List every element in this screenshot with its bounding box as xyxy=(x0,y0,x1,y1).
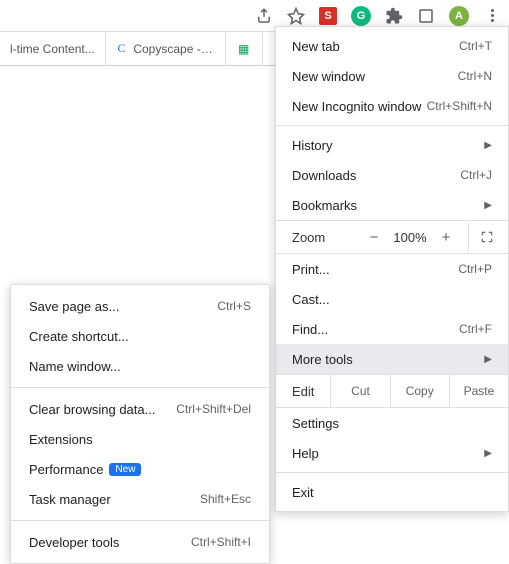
menu-label: Help xyxy=(292,446,319,461)
submenu-save-page[interactable]: Save page as... Ctrl+S xyxy=(11,291,269,321)
shortcut: Ctrl+F xyxy=(459,322,492,336)
shortcut: Ctrl+T xyxy=(459,39,492,53)
menu-cast[interactable]: Cast... xyxy=(276,284,508,314)
submenu-dev-tools[interactable]: Developer tools Ctrl+Shift+I xyxy=(11,527,269,557)
shortcut: Ctrl+Shift+Del xyxy=(176,402,251,416)
menu-new-incognito[interactable]: New Incognito window Ctrl+Shift+N xyxy=(276,91,508,121)
menu-more-tools[interactable]: More tools ▶ xyxy=(276,344,508,374)
shortcut: Ctrl+S xyxy=(217,299,251,313)
tab[interactable]: l-time Content... xyxy=(0,32,106,66)
chevron-right-icon: ▶ xyxy=(484,140,492,151)
submenu-label: Task manager xyxy=(29,492,111,507)
shortcut: Ctrl+N xyxy=(458,69,492,83)
menu-label: History xyxy=(292,138,332,153)
menu-label: Downloads xyxy=(292,168,356,183)
chrome-menu: New tab Ctrl+T New window Ctrl+N New Inc… xyxy=(275,26,509,512)
cut-button[interactable]: Cut xyxy=(330,375,389,407)
edit-row: Edit Cut Copy Paste xyxy=(276,374,508,408)
menu-exit[interactable]: Exit xyxy=(276,477,508,507)
menu-label: Cast... xyxy=(292,292,330,307)
chevron-right-icon: ▶ xyxy=(484,354,492,365)
favicon: ▦ xyxy=(236,41,252,57)
submenu-task-manager[interactable]: Task manager Shift+Esc xyxy=(11,484,269,514)
submenu-label: Clear browsing data... xyxy=(29,402,155,417)
tab-overview-icon[interactable] xyxy=(417,7,435,25)
submenu-performance[interactable]: Performance New xyxy=(11,454,269,484)
tab-title: Copyscape - Premi... xyxy=(133,42,214,56)
zoom-label: Zoom xyxy=(292,230,325,245)
edit-label: Edit xyxy=(276,384,330,399)
menu-bookmarks[interactable]: Bookmarks ▶ xyxy=(276,190,508,220)
extension-g[interactable]: G xyxy=(351,6,371,26)
shortcut: Ctrl+Shift+N xyxy=(427,99,492,113)
submenu-label: Save page as... xyxy=(29,299,119,314)
menu-label: New window xyxy=(292,69,365,84)
zoom-out-button[interactable]: − xyxy=(360,223,388,251)
chevron-right-icon: ▶ xyxy=(484,200,492,211)
menu-label: More tools xyxy=(292,352,353,367)
tab[interactable]: ▦ xyxy=(226,32,263,66)
tab-title: l-time Content... xyxy=(10,42,95,56)
menu-help[interactable]: Help ▶ xyxy=(276,438,508,468)
menu-label: New Incognito window xyxy=(292,99,421,114)
shortcut: Ctrl+P xyxy=(458,262,492,276)
submenu-clear-data[interactable]: Clear browsing data... Ctrl+Shift+Del xyxy=(11,394,269,424)
submenu-label: Name window... xyxy=(29,359,121,374)
submenu-name-window[interactable]: Name window... xyxy=(11,351,269,381)
menu-new-window[interactable]: New window Ctrl+N xyxy=(276,61,508,91)
new-badge: New xyxy=(109,463,141,476)
copy-button[interactable]: Copy xyxy=(390,375,449,407)
paste-button[interactable]: Paste xyxy=(449,375,508,407)
menu-label: Find... xyxy=(292,322,328,337)
submenu-label: Create shortcut... xyxy=(29,329,129,344)
share-icon[interactable] xyxy=(255,7,273,25)
menu-label: New tab xyxy=(292,39,340,54)
chevron-right-icon: ▶ xyxy=(484,448,492,459)
zoom-value: 100% xyxy=(388,230,432,245)
menu-find[interactable]: Find... Ctrl+F xyxy=(276,314,508,344)
shortcut: Ctrl+Shift+I xyxy=(191,535,251,549)
menu-label: Settings xyxy=(292,416,339,431)
shortcut: Ctrl+J xyxy=(460,168,492,182)
zoom-in-button[interactable]: + xyxy=(432,223,460,251)
separator xyxy=(11,387,269,388)
submenu-create-shortcut[interactable]: Create shortcut... xyxy=(11,321,269,351)
submenu-extensions[interactable]: Extensions xyxy=(11,424,269,454)
separator xyxy=(276,472,508,473)
extension-s[interactable]: S xyxy=(319,7,337,25)
extensions-icon[interactable] xyxy=(385,7,403,25)
menu-label: Exit xyxy=(292,485,314,500)
separator xyxy=(276,125,508,126)
menu-button[interactable] xyxy=(483,7,501,25)
tab[interactable]: C Copyscape - Premi... xyxy=(106,32,226,66)
separator xyxy=(11,520,269,521)
star-icon[interactable] xyxy=(287,7,305,25)
menu-print[interactable]: Print... Ctrl+P xyxy=(276,254,508,284)
submenu-label: Performance New xyxy=(29,462,141,477)
menu-settings[interactable]: Settings xyxy=(276,408,508,438)
profile-avatar[interactable]: A xyxy=(449,6,469,26)
menu-label: Print... xyxy=(292,262,330,277)
menu-new-tab[interactable]: New tab Ctrl+T xyxy=(276,31,508,61)
shortcut: Shift+Esc xyxy=(200,492,251,506)
fullscreen-button[interactable] xyxy=(468,223,496,251)
menu-downloads[interactable]: Downloads Ctrl+J xyxy=(276,160,508,190)
submenu-label: Developer tools xyxy=(29,535,119,550)
zoom-row: Zoom − 100% + xyxy=(276,220,508,254)
menu-history[interactable]: History ▶ xyxy=(276,130,508,160)
more-tools-submenu: Save page as... Ctrl+S Create shortcut..… xyxy=(10,284,270,564)
submenu-label: Extensions xyxy=(29,432,93,447)
favicon: C xyxy=(116,41,128,57)
menu-label: Bookmarks xyxy=(292,198,357,213)
